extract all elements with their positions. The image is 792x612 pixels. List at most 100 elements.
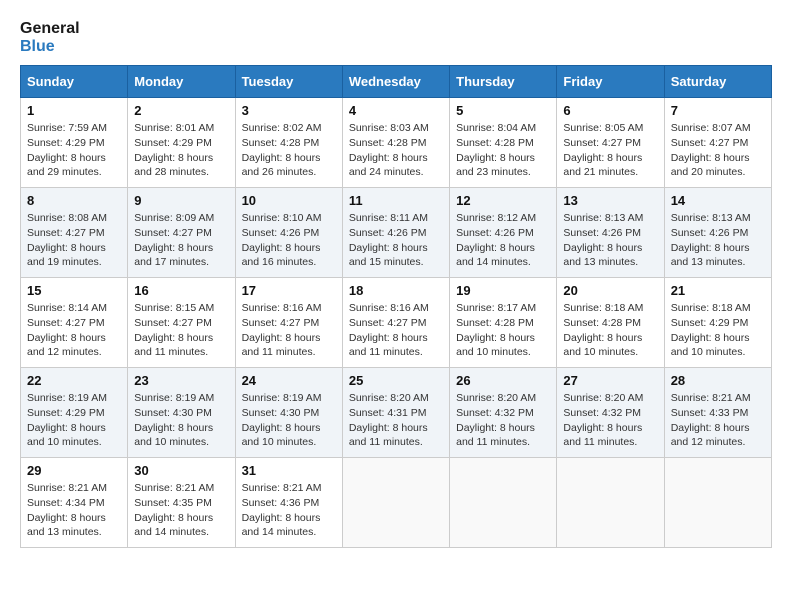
day-number: 7: [671, 103, 765, 118]
day-info: Sunrise: 8:13 AMSunset: 4:26 PMDaylight:…: [671, 211, 765, 270]
calendar-cell: 25 Sunrise: 8:20 AMSunset: 4:31 PMDayligh…: [342, 368, 449, 458]
day-number: 1: [27, 103, 121, 118]
page-header: General Blue General Blue: [20, 20, 772, 55]
logo-general: General: [20, 20, 80, 38]
calendar-header-row: SundayMondayTuesdayWednesdayThursdayFrid…: [21, 66, 772, 98]
day-info: Sunrise: 8:15 AMSunset: 4:27 PMDaylight:…: [134, 301, 228, 360]
day-info: Sunrise: 8:20 AMSunset: 4:32 PMDaylight:…: [456, 391, 550, 450]
day-number: 14: [671, 193, 765, 208]
logo: General Blue General Blue: [20, 20, 80, 55]
calendar-cell: 19Sunrise: 8:17 AMSunset: 4:28 PMDayligh…: [450, 278, 557, 368]
calendar-cell: 22 Sunrise: 8:19 AMSunset: 4:29 PMDayligh…: [21, 368, 128, 458]
day-info: Sunrise: 8:05 AMSunset: 4:27 PMDaylight:…: [563, 121, 657, 180]
day-info: Sunrise: 8:16 AMSunset: 4:27 PMDaylight:…: [242, 301, 336, 360]
calendar-cell: 3Sunrise: 8:02 AMSunset: 4:28 PMDaylight…: [235, 98, 342, 188]
calendar-cell: [342, 458, 449, 548]
day-info: Sunrise: 8:01 AMSunset: 4:29 PMDaylight:…: [134, 121, 228, 180]
calendar-cell: 16 Sunrise: 8:15 AMSunset: 4:27 PMDayligh…: [128, 278, 235, 368]
calendar-cell: 30Sunrise: 8:21 AMSunset: 4:35 PMDayligh…: [128, 458, 235, 548]
day-number: 18: [349, 283, 443, 298]
day-info: Sunrise: 8:08 AMSunset: 4:27 PMDaylight:…: [27, 211, 121, 270]
day-number: 4: [349, 103, 443, 118]
calendar-cell: 8 Sunrise: 8:08 AMSunset: 4:27 PMDaylight…: [21, 188, 128, 278]
calendar-cell: 28 Sunrise: 8:21 AMSunset: 4:33 PMDayligh…: [664, 368, 771, 458]
day-info: Sunrise: 8:18 AMSunset: 4:29 PMDaylight:…: [671, 301, 765, 360]
logo-blue: Blue: [20, 38, 80, 56]
calendar-cell: 21 Sunrise: 8:18 AMSunset: 4:29 PMDayligh…: [664, 278, 771, 368]
col-header-thursday: Thursday: [450, 66, 557, 98]
day-number: 11: [349, 193, 443, 208]
day-number: 27: [563, 373, 657, 388]
day-number: 25: [349, 373, 443, 388]
col-header-sunday: Sunday: [21, 66, 128, 98]
col-header-tuesday: Tuesday: [235, 66, 342, 98]
day-number: 23: [134, 373, 228, 388]
day-info: Sunrise: 8:20 AMSunset: 4:31 PMDaylight:…: [349, 391, 443, 450]
calendar-cell: 13 Sunrise: 8:13 AMSunset: 4:26 PMDayligh…: [557, 188, 664, 278]
day-number: 20: [563, 283, 657, 298]
calendar-week-1: 1 Sunrise: 7:59 AMSunset: 4:29 PMDaylight…: [21, 98, 772, 188]
day-number: 2: [134, 103, 228, 118]
day-number: 24: [242, 373, 336, 388]
day-info: Sunrise: 8:20 AMSunset: 4:32 PMDaylight:…: [563, 391, 657, 450]
calendar-cell: 7 Sunrise: 8:07 AMSunset: 4:27 PMDaylight…: [664, 98, 771, 188]
day-info: Sunrise: 8:04 AMSunset: 4:28 PMDaylight:…: [456, 121, 550, 180]
day-number: 31: [242, 463, 336, 478]
day-info: Sunrise: 8:21 AMSunset: 4:36 PMDaylight:…: [242, 481, 336, 540]
day-number: 15: [27, 283, 121, 298]
day-number: 22: [27, 373, 121, 388]
calendar-week-2: 8 Sunrise: 8:08 AMSunset: 4:27 PMDaylight…: [21, 188, 772, 278]
day-info: Sunrise: 8:21 AMSunset: 4:33 PMDaylight:…: [671, 391, 765, 450]
calendar-cell: 20 Sunrise: 8:18 AMSunset: 4:28 PMDayligh…: [557, 278, 664, 368]
day-number: 21: [671, 283, 765, 298]
calendar-cell: 2 Sunrise: 8:01 AMSunset: 4:29 PMDaylight…: [128, 98, 235, 188]
calendar-cell: 11 Sunrise: 8:11 AMSunset: 4:26 PMDayligh…: [342, 188, 449, 278]
day-info: Sunrise: 8:19 AMSunset: 4:30 PMDaylight:…: [242, 391, 336, 450]
calendar-cell: 10 Sunrise: 8:10 AMSunset: 4:26 PMDayligh…: [235, 188, 342, 278]
day-number: 16: [134, 283, 228, 298]
calendar-cell: 14 Sunrise: 8:13 AMSunset: 4:26 PMDayligh…: [664, 188, 771, 278]
day-number: 13: [563, 193, 657, 208]
day-info: Sunrise: 8:18 AMSunset: 4:28 PMDaylight:…: [563, 301, 657, 360]
calendar-cell: [664, 458, 771, 548]
day-number: 26: [456, 373, 550, 388]
day-info: Sunrise: 8:10 AMSunset: 4:26 PMDaylight:…: [242, 211, 336, 270]
day-info: Sunrise: 8:21 AMSunset: 4:35 PMDaylight:…: [134, 481, 228, 540]
calendar-cell: 5 Sunrise: 8:04 AMSunset: 4:28 PMDaylight…: [450, 98, 557, 188]
calendar-cell: 9 Sunrise: 8:09 AMSunset: 4:27 PMDaylight…: [128, 188, 235, 278]
day-info: Sunrise: 8:03 AMSunset: 4:28 PMDaylight:…: [349, 121, 443, 180]
day-number: 9: [134, 193, 228, 208]
day-info: Sunrise: 7:59 AMSunset: 4:29 PMDaylight:…: [27, 121, 121, 180]
calendar-cell: 24 Sunrise: 8:19 AMSunset: 4:30 PMDayligh…: [235, 368, 342, 458]
day-number: 8: [27, 193, 121, 208]
col-header-saturday: Saturday: [664, 66, 771, 98]
calendar-cell: 1 Sunrise: 7:59 AMSunset: 4:29 PMDaylight…: [21, 98, 128, 188]
day-number: 28: [671, 373, 765, 388]
calendar-cell: 18Sunrise: 8:16 AMSunset: 4:27 PMDayligh…: [342, 278, 449, 368]
day-info: Sunrise: 8:17 AMSunset: 4:28 PMDaylight:…: [456, 301, 550, 360]
calendar-cell: 26 Sunrise: 8:20 AMSunset: 4:32 PMDayligh…: [450, 368, 557, 458]
day-number: 6: [563, 103, 657, 118]
day-info: Sunrise: 8:19 AMSunset: 4:29 PMDaylight:…: [27, 391, 121, 450]
day-info: Sunrise: 8:13 AMSunset: 4:26 PMDaylight:…: [563, 211, 657, 270]
calendar-cell: 27 Sunrise: 8:20 AMSunset: 4:32 PMDayligh…: [557, 368, 664, 458]
day-info: Sunrise: 8:07 AMSunset: 4:27 PMDaylight:…: [671, 121, 765, 180]
day-number: 17: [242, 283, 336, 298]
calendar-table: SundayMondayTuesdayWednesdayThursdayFrid…: [20, 65, 772, 548]
calendar-cell: 31 Sunrise: 8:21 AMSunset: 4:36 PMDayligh…: [235, 458, 342, 548]
day-info: Sunrise: 8:21 AMSunset: 4:34 PMDaylight:…: [27, 481, 121, 540]
day-info: Sunrise: 8:19 AMSunset: 4:30 PMDaylight:…: [134, 391, 228, 450]
calendar-week-4: 22 Sunrise: 8:19 AMSunset: 4:29 PMDayligh…: [21, 368, 772, 458]
day-info: Sunrise: 8:11 AMSunset: 4:26 PMDaylight:…: [349, 211, 443, 270]
day-number: 29: [27, 463, 121, 478]
day-number: 3: [242, 103, 336, 118]
day-number: 12: [456, 193, 550, 208]
day-number: 10: [242, 193, 336, 208]
calendar-cell: 23 Sunrise: 8:19 AMSunset: 4:30 PMDayligh…: [128, 368, 235, 458]
col-header-friday: Friday: [557, 66, 664, 98]
calendar-week-3: 15Sunrise: 8:14 AMSunset: 4:27 PMDayligh…: [21, 278, 772, 368]
calendar-cell: 6 Sunrise: 8:05 AMSunset: 4:27 PMDaylight…: [557, 98, 664, 188]
day-number: 5: [456, 103, 550, 118]
day-info: Sunrise: 8:09 AMSunset: 4:27 PMDaylight:…: [134, 211, 228, 270]
calendar-cell: 29 Sunrise: 8:21 AMSunset: 4:34 PMDayligh…: [21, 458, 128, 548]
